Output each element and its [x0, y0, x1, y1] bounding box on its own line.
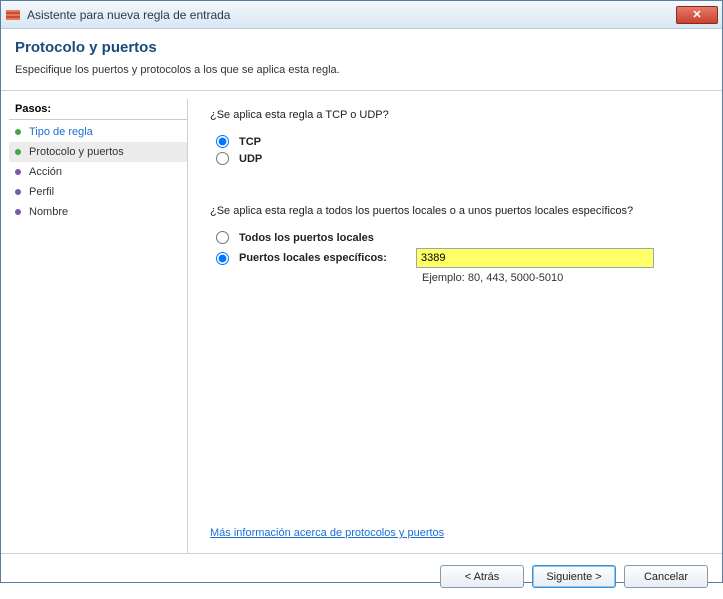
bullet-icon — [15, 149, 21, 155]
step-label: Acción — [29, 166, 62, 178]
radio-udp[interactable] — [216, 152, 229, 165]
ports-example: Ejemplo: 80, 443, 5000-5010 — [422, 272, 700, 284]
bullet-icon — [15, 129, 21, 135]
radio-all-ports[interactable] — [216, 231, 229, 244]
step-label: Perfil — [29, 186, 54, 198]
radio-specific-ports[interactable] — [216, 252, 229, 265]
wizard-window: Asistente para nueva regla de entrada ✕ … — [0, 0, 723, 583]
page-subtitle: Especifique los puertos y protocolos a l… — [15, 64, 708, 76]
protocol-question: ¿Se aplica esta regla a TCP o UDP? — [210, 109, 700, 121]
steps-title: Pasos: — [9, 99, 187, 120]
radio-all-ports-label[interactable]: Todos los puertos locales — [239, 232, 374, 244]
wizard-body: Pasos: Tipo de regla Protocolo y puertos… — [1, 91, 722, 553]
step-name[interactable]: Nombre — [9, 202, 187, 222]
wizard-header: Protocolo y puertos Especifique los puer… — [1, 29, 722, 90]
radio-row-tcp: TCP — [216, 135, 700, 148]
wizard-footer: < Atrás Siguiente > Cancelar — [1, 553, 722, 599]
cancel-button[interactable]: Cancelar — [624, 565, 708, 588]
step-profile[interactable]: Perfil — [9, 182, 187, 202]
back-button[interactable]: < Atrás — [440, 565, 524, 588]
next-button[interactable]: Siguiente > — [532, 565, 616, 588]
radio-row-specific-ports: Puertos locales específicos: — [216, 248, 700, 268]
window-title: Asistente para nueva regla de entrada — [27, 8, 676, 22]
radio-specific-ports-label[interactable]: Puertos locales específicos: — [239, 252, 387, 264]
step-label: Nombre — [29, 206, 68, 218]
wizard-content: ¿Se aplica esta regla a TCP o UDP? TCP U… — [188, 91, 722, 553]
bullet-icon — [15, 169, 21, 175]
close-icon: ✕ — [692, 8, 701, 21]
ports-section: ¿Se aplica esta regla a todos los puerto… — [210, 205, 700, 284]
step-label: Protocolo y puertos — [29, 146, 124, 158]
more-info-link[interactable]: Más información acerca de protocolos y p… — [210, 527, 444, 539]
ports-question: ¿Se aplica esta regla a todos los puerto… — [210, 205, 700, 217]
radio-udp-label[interactable]: UDP — [239, 153, 262, 165]
bullet-icon — [15, 189, 21, 195]
close-button[interactable]: ✕ — [676, 6, 718, 24]
specific-ports-input[interactable] — [416, 248, 654, 268]
bullet-icon — [15, 209, 21, 215]
step-action[interactable]: Acción — [9, 162, 187, 182]
radio-row-all-ports: Todos los puertos locales — [216, 231, 700, 244]
radio-tcp[interactable] — [216, 135, 229, 148]
radio-row-udp: UDP — [216, 152, 700, 165]
step-protocol-ports[interactable]: Protocolo y puertos — [9, 142, 187, 162]
step-rule-type[interactable]: Tipo de regla — [9, 122, 187, 142]
step-label: Tipo de regla — [29, 126, 93, 138]
page-title: Protocolo y puertos — [15, 39, 708, 56]
steps-sidebar: Pasos: Tipo de regla Protocolo y puertos… — [1, 91, 187, 553]
firewall-icon — [5, 7, 21, 23]
titlebar: Asistente para nueva regla de entrada ✕ — [1, 1, 722, 29]
radio-tcp-label[interactable]: TCP — [239, 136, 261, 148]
